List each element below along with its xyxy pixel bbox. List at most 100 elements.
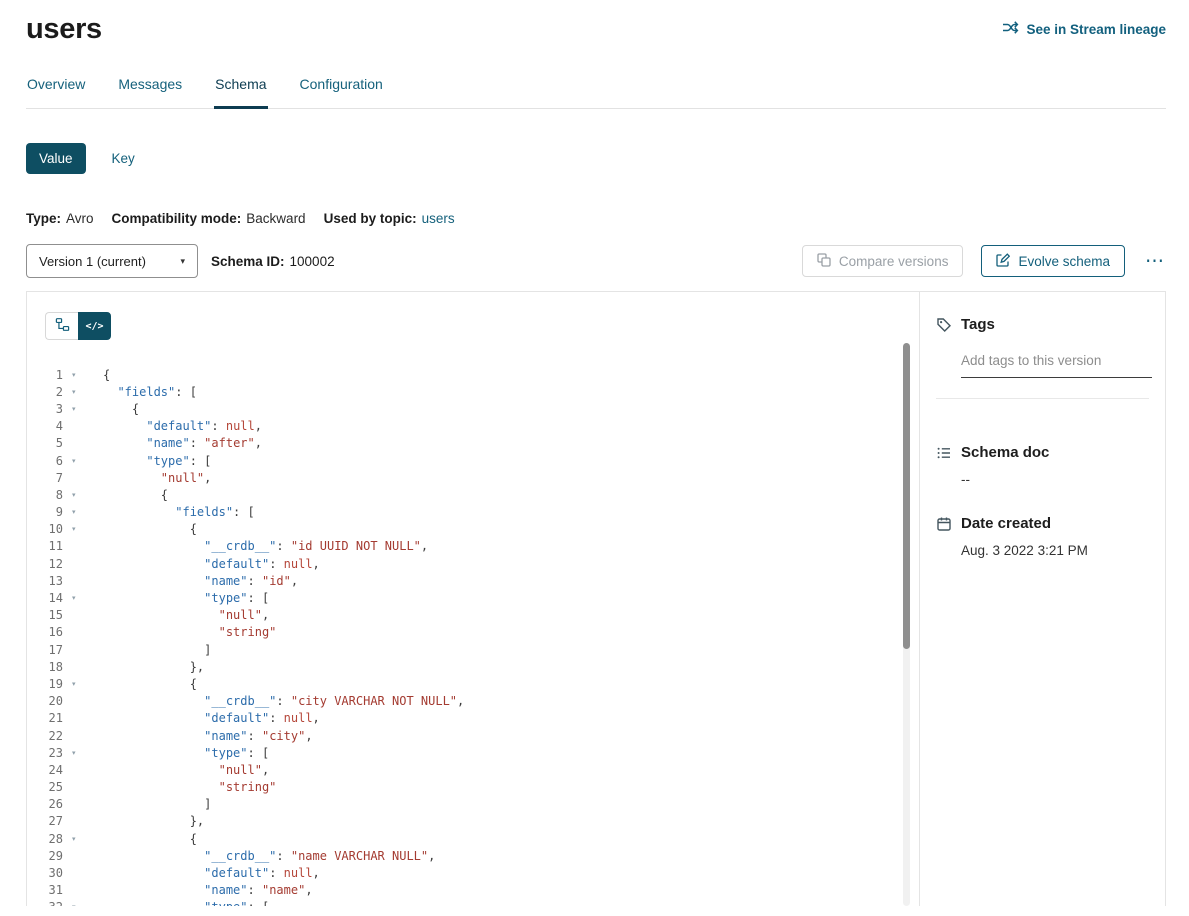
- schema-id: Schema ID: 100002: [211, 254, 335, 269]
- code-editor: 1▾{2▾ "fields": [3▾ {4 "default": null,5…: [27, 366, 919, 906]
- version-select[interactable]: Version 1 (current) ▾: [26, 244, 198, 278]
- line-number: 21: [27, 711, 63, 725]
- tab-overview[interactable]: Overview: [26, 76, 86, 108]
- date-created-section: Date created Aug. 3 2022 3:21 PM: [936, 515, 1149, 558]
- stream-lineage-icon: [1002, 20, 1019, 38]
- meta-compatibility: Compatibility mode:Backward: [112, 211, 306, 226]
- code-line: 6▾ "type": [: [27, 452, 919, 469]
- fold-toggle-icon[interactable]: ▾: [63, 680, 83, 688]
- topic-link[interactable]: users: [422, 211, 455, 226]
- line-number: 17: [27, 643, 63, 657]
- line-number: 19: [27, 677, 63, 691]
- code-line: 30 "default": null,: [27, 864, 919, 881]
- sidebar-divider: [936, 398, 1149, 399]
- fold-toggle-icon[interactable]: ▾: [63, 903, 83, 906]
- tags-header: Tags: [936, 316, 1149, 333]
- meta-topic-label: Used by topic:: [324, 211, 417, 226]
- code-text: "__crdb__": "name VARCHAR NULL",: [103, 849, 435, 863]
- stream-lineage-label: See in Stream lineage: [1026, 22, 1166, 37]
- code-text: },: [103, 814, 204, 828]
- schema-id-value: 100002: [290, 254, 335, 269]
- code-line: 24 "null",: [27, 761, 919, 778]
- code-text: "name": "name",: [103, 883, 313, 897]
- code-view-button[interactable]: </>: [78, 312, 111, 340]
- date-created-value: Aug. 3 2022 3:21 PM: [961, 543, 1149, 558]
- code-text: "default": null,: [103, 419, 262, 433]
- fold-toggle-icon[interactable]: ▾: [63, 594, 83, 602]
- fold-toggle-icon[interactable]: ▾: [63, 457, 83, 465]
- fold-toggle-icon[interactable]: ▾: [63, 405, 83, 413]
- code-line: 17 ]: [27, 641, 919, 658]
- line-number: 26: [27, 797, 63, 811]
- fold-toggle-icon[interactable]: ▾: [63, 388, 83, 396]
- code-line: 2▾ "fields": [: [27, 383, 919, 400]
- code-text: "type": [: [103, 454, 211, 468]
- fold-toggle-icon[interactable]: ▾: [63, 371, 83, 379]
- code-text: "fields": [: [103, 505, 255, 519]
- meta-topic: Used by topic: users: [324, 211, 455, 226]
- code-line: 5 "name": "after",: [27, 435, 919, 452]
- fold-toggle-icon[interactable]: ▾: [63, 749, 83, 757]
- evolve-schema-button[interactable]: Evolve schema: [981, 245, 1125, 277]
- add-tag-input[interactable]: [961, 353, 1152, 378]
- stream-lineage-link[interactable]: See in Stream lineage: [1002, 20, 1166, 38]
- code-line: 26 ]: [27, 796, 919, 813]
- code-text: "__crdb__": "city VARCHAR NOT NULL",: [103, 694, 464, 708]
- value-key-toggle: Value Key: [26, 143, 1166, 174]
- code-line: 31 "name": "name",: [27, 882, 919, 899]
- line-number: 24: [27, 763, 63, 777]
- compare-versions-button[interactable]: Compare versions: [802, 245, 964, 277]
- code-line: 25 "string": [27, 779, 919, 796]
- code-text: "fields": [: [103, 385, 197, 399]
- code-text: "null",: [103, 763, 269, 777]
- code-line: 18 },: [27, 658, 919, 675]
- line-number: 9: [27, 505, 63, 519]
- schema-id-label: Schema ID:: [211, 254, 285, 269]
- line-number: 13: [27, 574, 63, 588]
- fold-toggle-icon[interactable]: ▾: [63, 835, 83, 843]
- code-view-icon: </>: [85, 321, 103, 332]
- schema-doc-header: Schema doc: [936, 444, 1149, 461]
- line-number: 29: [27, 849, 63, 863]
- line-number: 15: [27, 608, 63, 622]
- line-number: 18: [27, 660, 63, 674]
- code-line: 10▾ {: [27, 521, 919, 538]
- tab-messages[interactable]: Messages: [117, 76, 183, 108]
- fold-toggle-icon[interactable]: ▾: [63, 491, 83, 499]
- code-line: 16 "string": [27, 624, 919, 641]
- fold-toggle-icon[interactable]: ▾: [63, 508, 83, 516]
- code-line: 11 "__crdb__": "id UUID NOT NULL",: [27, 538, 919, 555]
- key-toggle-button[interactable]: Key: [112, 151, 135, 166]
- code-text: "type": [: [103, 591, 269, 605]
- tab-configuration[interactable]: Configuration: [299, 76, 384, 108]
- code-text: ]: [103, 643, 211, 657]
- schema-actions: Compare versions Evolve schema ⋯: [802, 245, 1166, 277]
- scrollbar-thumb[interactable]: [903, 343, 910, 649]
- tab-schema[interactable]: Schema: [214, 76, 267, 108]
- tree-view-button[interactable]: [45, 312, 78, 340]
- list-icon: [936, 445, 952, 461]
- more-options-button[interactable]: ⋯: [1143, 252, 1166, 271]
- code-text: "default": null,: [103, 866, 320, 880]
- fold-toggle-icon[interactable]: ▾: [63, 525, 83, 533]
- code-text: {: [103, 402, 139, 416]
- value-toggle-button[interactable]: Value: [26, 143, 86, 174]
- date-created-header: Date created: [936, 515, 1149, 532]
- scrollbar-track[interactable]: [903, 343, 910, 906]
- code-line: 3▾ {: [27, 400, 919, 417]
- code-line: 4 "default": null,: [27, 418, 919, 435]
- version-select-value: Version 1 (current): [39, 254, 146, 269]
- code-text: "null",: [103, 471, 211, 485]
- code-text: },: [103, 660, 204, 674]
- line-number: 2: [27, 385, 63, 399]
- schema-panel: </> 1▾{2▾ "fields": [3▾ {4 "default": nu…: [26, 291, 1166, 906]
- tags-title: Tags: [961, 316, 995, 333]
- line-number: 32: [27, 900, 63, 906]
- meta-type: Type:Avro: [26, 211, 94, 226]
- line-number: 22: [27, 729, 63, 743]
- line-number: 1: [27, 368, 63, 382]
- view-mode-toggle: </>: [45, 312, 111, 340]
- page-title: users: [26, 13, 102, 46]
- code-text: "__crdb__": "id UUID NOT NULL",: [103, 539, 428, 553]
- page-header: users See in Stream lineage: [26, 0, 1166, 46]
